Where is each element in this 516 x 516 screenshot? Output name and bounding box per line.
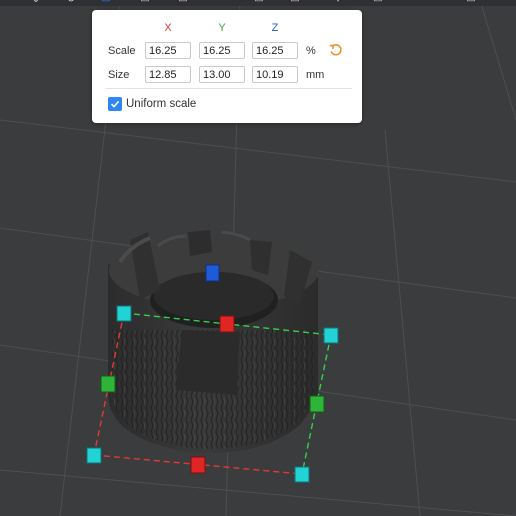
uniform-scale-toggle[interactable]: Uniform scale xyxy=(108,96,196,112)
corner-handle-back-right[interactable] xyxy=(323,327,339,344)
size-z-field[interactable] xyxy=(252,66,298,83)
place-face-icon[interactable]: ▭ xyxy=(134,0,156,6)
corner-handle-front-right[interactable] xyxy=(294,466,310,483)
rotate-icon[interactable]: ↻ xyxy=(60,0,82,6)
support-icon[interactable]: ▭ xyxy=(248,0,270,6)
seam-icon[interactable]: ▭ xyxy=(284,0,306,6)
cut-icon[interactable]: ▭ xyxy=(172,0,194,6)
checkbox-checked-icon[interactable] xyxy=(108,97,122,111)
corner-handle-front-left[interactable] xyxy=(86,447,102,464)
axis-x-header: X xyxy=(164,22,172,34)
z-scale-handle[interactable] xyxy=(205,264,220,282)
size-x-field[interactable] xyxy=(145,66,191,83)
size-label: Size xyxy=(108,69,130,81)
layout-icon[interactable]: ▭ xyxy=(460,0,482,6)
x-scale-handle-front[interactable] xyxy=(190,456,206,474)
scale-panel: X Y Z Scale % Size mm Uniform scale xyxy=(92,10,362,123)
corner-handle-back-left[interactable] xyxy=(116,305,132,322)
axis-y-header: Y xyxy=(218,22,226,34)
scale-z-field[interactable] xyxy=(252,42,298,59)
undo-arrow-icon[interactable] xyxy=(328,42,344,58)
scale-label: Scale xyxy=(108,45,136,57)
scale-y-field[interactable] xyxy=(199,42,245,59)
y-scale-handle-left[interactable] xyxy=(100,375,116,393)
measure-icon[interactable]: ▭ xyxy=(367,0,389,6)
ring-model[interactable] xyxy=(108,230,319,453)
scale-unit: % xyxy=(306,45,316,57)
paint-icon[interactable]: ▿ xyxy=(327,0,349,6)
uniform-scale-label: Uniform scale xyxy=(126,98,197,110)
size-y-field[interactable] xyxy=(199,66,245,83)
axis-z-header: Z xyxy=(271,22,279,34)
panel-divider xyxy=(106,88,352,89)
arrange-icon[interactable]: ⌄ xyxy=(25,0,47,6)
x-scale-handle-back[interactable] xyxy=(219,315,235,333)
top-toolbar: ⌄ ↻ ▭ ▭ ▭ ▭ ▭ ▿ ▭ ▭ xyxy=(0,0,516,6)
size-unit: mm xyxy=(306,69,325,81)
scale-x-field[interactable] xyxy=(145,42,191,59)
y-scale-handle-right[interactable] xyxy=(309,395,325,413)
scale-tool-icon[interactable]: ▭ xyxy=(95,0,117,6)
